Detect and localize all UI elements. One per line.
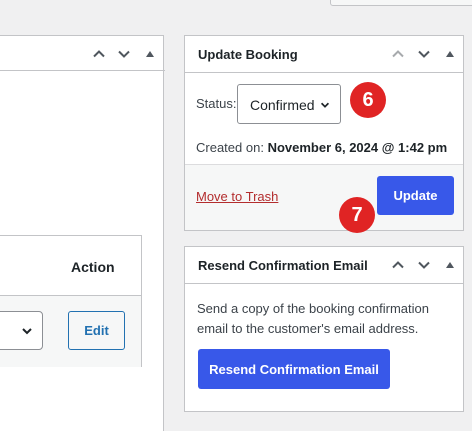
chevron-up-icon[interactable] [391, 258, 405, 272]
status-label: Status: [196, 96, 237, 111]
left-main-panel: Action Edit [0, 35, 165, 431]
chevron-down-icon[interactable] [417, 47, 431, 61]
step-badge-7-label: 7 [351, 203, 363, 226]
action-column-header: Action [71, 259, 115, 275]
created-on-value: November 6, 2024 @ 1:42 pm [267, 140, 448, 155]
select-chevron-down-icon [319, 99, 331, 111]
bookings-table: Action Edit [0, 235, 142, 367]
created-on-line: Created on: November 6, 2024 @ 1:42 pm [196, 140, 447, 155]
update-booking-actions: Move to Trash Update 7 [185, 164, 463, 233]
chevron-up-icon[interactable] [391, 47, 405, 61]
chevron-up-icon[interactable] [92, 47, 106, 61]
update-booking-panel: Update Booking Status: Confirmed 6 Creat… [184, 35, 464, 233]
created-on-label: Created on: [196, 140, 264, 155]
resend-email-panel: Resend Confirmation Email Send a copy of… [184, 246, 464, 412]
resend-button-label: Resend Confirmation Email [209, 361, 379, 377]
triangle-up-icon[interactable] [143, 47, 157, 61]
chevron-down-icon[interactable] [417, 258, 431, 272]
resend-description-line-2: email to the customer's email address. [197, 321, 419, 336]
edit-button[interactable]: Edit [68, 311, 125, 350]
resend-header-divider [185, 283, 463, 284]
resend-confirmation-email-button[interactable]: Resend Confirmation Email [198, 349, 390, 389]
step-badge-6: 6 [350, 82, 386, 118]
move-to-trash-link[interactable]: Move to Trash [196, 189, 278, 204]
status-select[interactable]: Confirmed [237, 84, 341, 124]
top-partial-button[interactable] [330, 0, 472, 6]
chevron-down-icon[interactable] [117, 47, 131, 61]
table-row: Edit [0, 296, 141, 367]
step-badge-7: 7 [339, 197, 375, 233]
update-booking-header-divider [185, 72, 463, 73]
edit-button-label: Edit [84, 323, 109, 338]
resend-email-title: Resend Confirmation Email [198, 258, 368, 273]
update-button-label: Update [393, 188, 438, 203]
resend-description-line-1: Send a copy of the booking confirmation [197, 301, 429, 316]
table-header-row: Action [0, 236, 141, 295]
triangle-up-icon[interactable] [443, 258, 457, 272]
row-status-select[interactable] [0, 311, 43, 350]
triangle-up-icon[interactable] [443, 47, 457, 61]
left-panel-header-divider [0, 70, 165, 71]
resend-description: Send a copy of the booking confirmation … [197, 299, 429, 339]
step-badge-6-label: 6 [362, 88, 374, 111]
select-chevron-down-icon [20, 324, 34, 338]
status-select-value: Confirmed [250, 97, 315, 113]
update-booking-title: Update Booking [198, 47, 298, 62]
update-button[interactable]: Update [377, 176, 454, 215]
